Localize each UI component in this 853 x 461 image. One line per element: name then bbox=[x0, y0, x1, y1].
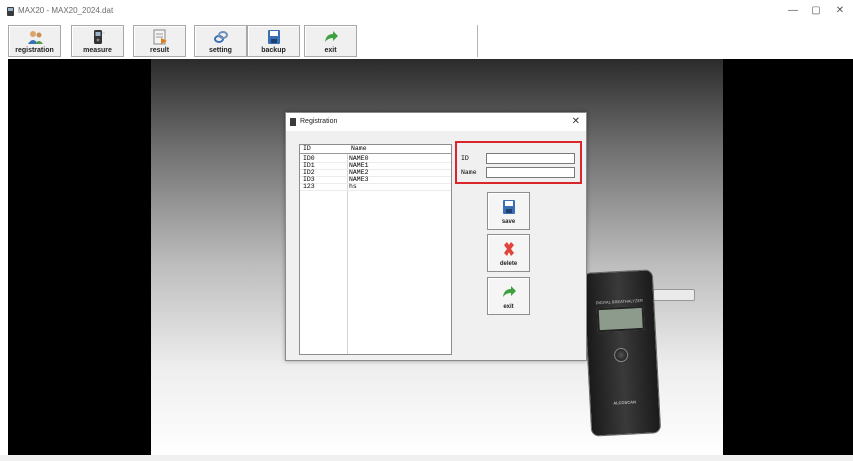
window-title: MAX20 - MAX20_2024.dat bbox=[18, 6, 114, 15]
device-screen bbox=[596, 305, 645, 333]
minimize-button[interactable]: — bbox=[782, 3, 804, 19]
save-icon bbox=[501, 199, 517, 215]
registration-dialog: Registration ✕ ID Name ID0 NAME0 ID1 NAM… bbox=[285, 112, 587, 361]
device-button bbox=[613, 347, 629, 363]
name-label: Name bbox=[461, 169, 477, 176]
row-name: hs bbox=[349, 183, 357, 190]
exit-dialog-label: exit bbox=[503, 304, 514, 310]
breathalyzer-image: DIGITAL BREATHALYZER ALCOSCAN bbox=[582, 269, 662, 437]
backup-icon bbox=[265, 29, 283, 45]
status-bar bbox=[0, 455, 853, 461]
list-row[interactable]: 123 hs bbox=[300, 183, 451, 191]
exit-button[interactable]: exit bbox=[304, 25, 357, 57]
result-icon bbox=[151, 29, 169, 45]
measure-button[interactable]: measure bbox=[71, 25, 124, 57]
device-mouthpiece bbox=[653, 289, 695, 301]
app-icon bbox=[7, 7, 14, 16]
id-label: ID bbox=[461, 155, 469, 162]
exit-arrow-icon bbox=[501, 284, 517, 300]
registration-list[interactable]: ID Name ID0 NAME0 ID1 NAME1 ID2 NAME2 ID… bbox=[299, 144, 452, 355]
id-input[interactable] bbox=[486, 153, 575, 164]
dialog-title-bar: Registration ✕ bbox=[286, 113, 586, 131]
column-header-id[interactable]: ID bbox=[303, 145, 311, 152]
setting-button[interactable]: setting bbox=[194, 25, 247, 57]
list-header: ID Name bbox=[300, 145, 451, 154]
dialog-icon bbox=[290, 118, 296, 126]
exit-icon bbox=[322, 29, 340, 45]
column-header-name[interactable]: Name bbox=[351, 145, 367, 152]
save-label: save bbox=[501, 219, 516, 225]
delete-label: delete bbox=[499, 261, 518, 267]
registration-icon bbox=[26, 29, 44, 45]
device-screen-caption: DIGITAL BREATHALYZER bbox=[595, 297, 644, 306]
setting-label: setting bbox=[209, 47, 232, 54]
setting-icon bbox=[212, 29, 230, 45]
backup-label: backup bbox=[261, 47, 286, 54]
title-bar: MAX20 - MAX20_2024.dat — ▢ ✕ bbox=[0, 0, 853, 22]
registration-label: registration bbox=[15, 47, 54, 54]
measure-label: measure bbox=[83, 47, 112, 54]
toolbar: registration measure result setting back… bbox=[0, 22, 853, 59]
exit-label: exit bbox=[324, 47, 337, 54]
backup-button[interactable]: backup bbox=[247, 25, 300, 57]
delete-icon bbox=[501, 241, 517, 257]
name-input[interactable] bbox=[486, 167, 575, 178]
measure-icon bbox=[89, 29, 107, 45]
device-logo: ALCOSCAN bbox=[613, 399, 637, 406]
save-button[interactable]: save bbox=[487, 192, 530, 230]
dialog-title: Registration bbox=[300, 118, 338, 125]
result-button[interactable]: result bbox=[133, 25, 186, 57]
close-button[interactable]: ✕ bbox=[829, 3, 851, 19]
dialog-close-button[interactable]: ✕ bbox=[572, 116, 580, 127]
registration-button[interactable]: registration bbox=[8, 25, 61, 57]
toolbar-divider bbox=[477, 25, 478, 57]
exit-dialog-button[interactable]: exit bbox=[487, 277, 530, 315]
row-id: 123 bbox=[303, 183, 315, 190]
result-label: result bbox=[149, 47, 170, 54]
delete-button[interactable]: delete bbox=[487, 234, 530, 272]
maximize-button[interactable]: ▢ bbox=[805, 3, 827, 19]
